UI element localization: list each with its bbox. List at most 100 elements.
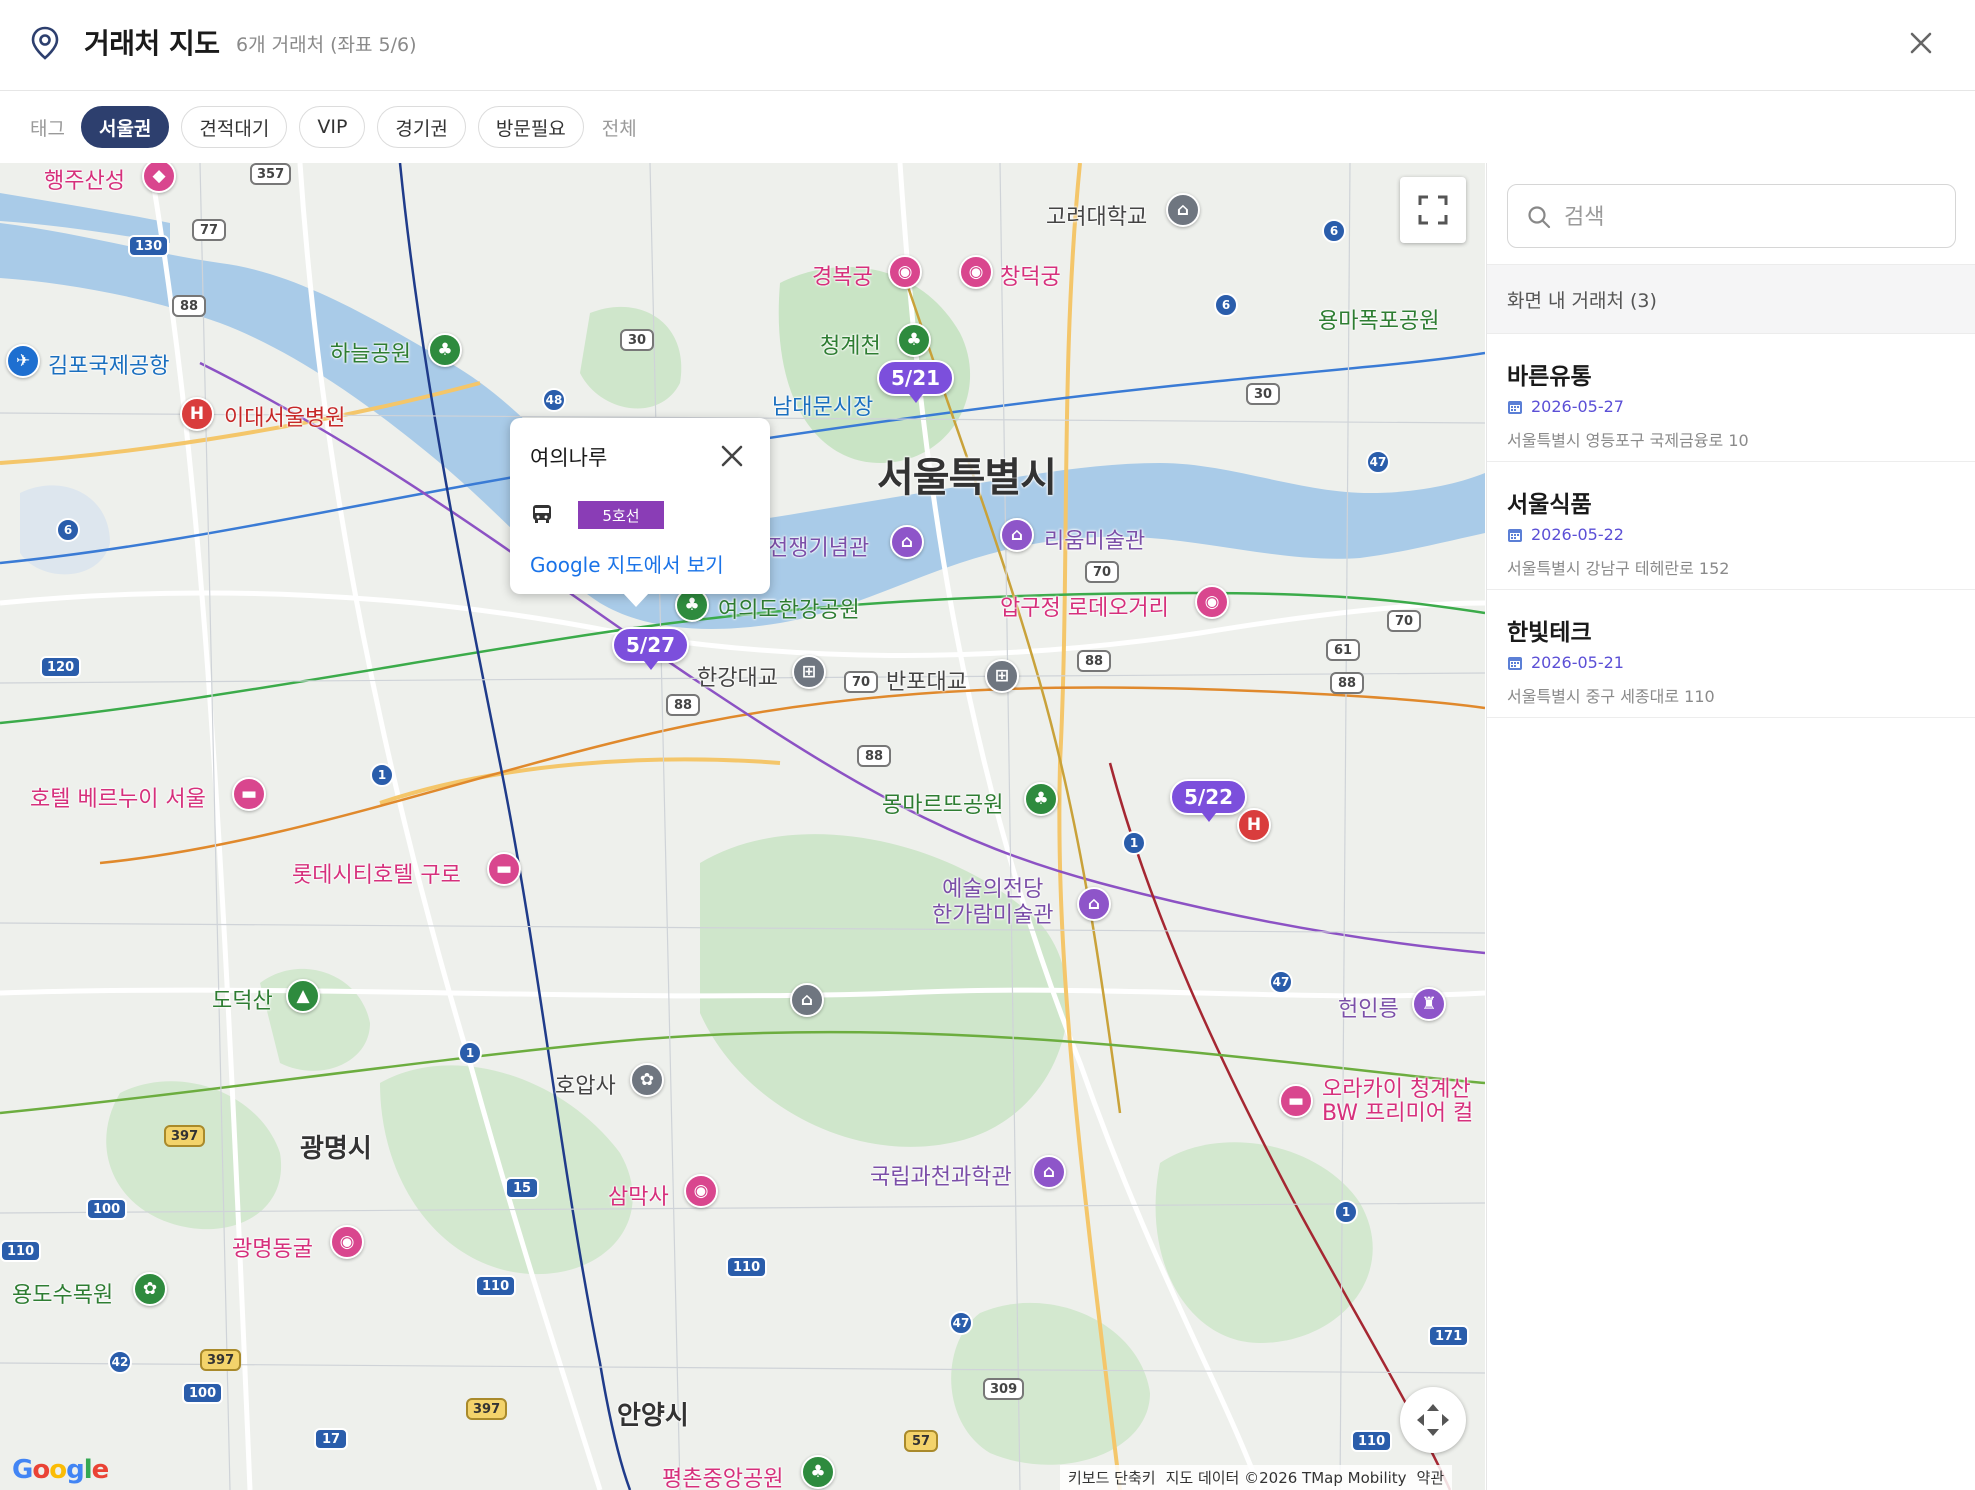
road-shield: 110 — [0, 1240, 42, 1262]
client-date: 2026-05-22 — [1531, 525, 1624, 544]
close-icon[interactable] — [1904, 26, 1938, 60]
client-marker[interactable]: 5/21 — [877, 360, 955, 403]
road-shield: 88 — [857, 745, 891, 767]
bus-icon — [533, 505, 551, 523]
map-label-sammaksa: 삼막사 — [608, 1185, 669, 1210]
fullscreen-button[interactable] — [1400, 177, 1466, 243]
client-name: 서울식품 — [1507, 492, 1592, 518]
road-shield: 70 — [1387, 610, 1421, 632]
info-window-title: 여의나루 — [530, 446, 608, 470]
client-date: 2026-05-27 — [1531, 397, 1624, 416]
attraction-icon[interactable]: ◉ — [959, 255, 993, 289]
fullscreen-icon — [1418, 195, 1448, 225]
map-label-pyeongchon: 평촌중앙공원 — [662, 1467, 784, 1490]
road-shield: 88 — [1077, 650, 1111, 672]
attraction-icon[interactable]: ◉ — [330, 1225, 364, 1259]
page-subtitle: 6개 거래처 (좌표 5/6) — [236, 34, 417, 56]
road-shield: 61 — [1326, 639, 1360, 661]
client-date-row: 2026-05-22 — [1507, 525, 1624, 544]
park-icon[interactable]: ♣ — [1024, 782, 1058, 816]
road-shield: 1 — [458, 1041, 482, 1065]
tag-chip-gyeonggi[interactable]: 경기권 — [377, 106, 466, 148]
road-shield: 47 — [1269, 970, 1293, 994]
airport-icon[interactable]: ✈ — [6, 344, 40, 378]
search-icon — [1528, 206, 1551, 229]
tag-chip-vip[interactable]: VIP — [299, 106, 366, 148]
subway-line-badge: 5호선 — [578, 501, 664, 529]
attraction-icon[interactable]: ◉ — [888, 255, 922, 289]
google-logo: Google — [12, 1455, 109, 1485]
hotel-icon[interactable]: ▬ — [232, 777, 266, 811]
close-icon[interactable] — [716, 440, 748, 472]
client-date-row: 2026-05-27 — [1507, 397, 1624, 416]
hospital-icon[interactable]: H — [180, 397, 214, 431]
client-marker[interactable]: 5/27 — [612, 627, 690, 670]
shopping-icon[interactable]: ◉ — [1195, 585, 1229, 619]
map-label-gimpo-airport: 김포국제공항 — [48, 354, 170, 379]
museum-icon[interactable]: ⌂ — [1032, 1155, 1066, 1189]
road-shield: 6 — [1214, 293, 1238, 317]
road-shield: 30 — [1246, 383, 1280, 405]
road-shield: 15 — [505, 1177, 539, 1199]
tag-chip-seoul[interactable]: 서울권 — [80, 106, 170, 148]
park-icon[interactable]: ♣ — [428, 333, 462, 367]
search-input[interactable] — [1564, 195, 1944, 239]
client-list-item[interactable]: 바른유통 2026-05-27 서울특별시 영등포구 국제금융로 10 — [1487, 335, 1975, 462]
map-label-korea-univ: 고려대학교 — [1046, 205, 1148, 230]
mountain-icon[interactable]: ▲ — [286, 979, 320, 1013]
client-list-item[interactable]: 서울식품 2026-05-22 서울특별시 강남구 테헤란로 152 — [1487, 463, 1975, 590]
park-icon[interactable]: ♣ — [801, 1455, 835, 1489]
garden-icon[interactable]: ✿ — [133, 1272, 167, 1306]
calendar-icon — [1508, 400, 1522, 414]
client-name: 한빛테크 — [1507, 620, 1592, 646]
map-label-okura: 오라카이 청계산 BW 프리미어 컬 — [1322, 1077, 1474, 1126]
map-label-ewha-hospital: 이대서울병원 — [224, 406, 346, 431]
calendar-icon — [1508, 528, 1522, 542]
search-box[interactable] — [1507, 184, 1956, 248]
museum-icon[interactable]: ⌂ — [1077, 887, 1111, 921]
client-address: 서울특별시 중구 세종대로 110 — [1507, 687, 1715, 706]
road-shield: 47 — [949, 1311, 973, 1335]
map-label-war-memorial: 전쟁기념관 — [768, 536, 870, 561]
road-shield: 357 — [250, 163, 292, 185]
visible-count: 화면 내 거래처 (3) — [1487, 264, 1975, 334]
page-title: 거래처 지도 — [84, 27, 220, 60]
map-label-science-museum: 국립과천과학관 — [870, 1165, 1012, 1190]
monument-icon[interactable]: ♜ — [1412, 987, 1446, 1021]
museum-icon[interactable]: ⌂ — [890, 525, 924, 559]
temple-icon[interactable]: ✿ — [630, 1063, 664, 1097]
map-label-mongmaru: 몽마르뜨공원 — [882, 793, 1004, 818]
hospital-icon[interactable]: H — [1237, 808, 1271, 842]
road-shield: 6 — [1322, 219, 1346, 243]
temple-icon[interactable]: ◉ — [684, 1174, 718, 1208]
tag-chip-quote-pending[interactable]: 견적대기 — [181, 106, 288, 148]
keyboard-shortcuts-link[interactable]: 키보드 단축키 — [1068, 1467, 1156, 1488]
hotel-icon[interactable]: ▬ — [487, 852, 521, 886]
map-canvas[interactable]: 서울특별시 광명시 안양시 ✈ 김포국제공항 H 이대서울병원 하늘공원 ♣ 행… — [0, 163, 1485, 1490]
terms-link[interactable]: 약관 — [1417, 1467, 1445, 1488]
road-shield: 397 — [164, 1125, 206, 1147]
road-shield: 397 — [466, 1398, 508, 1420]
road-shield: 77 — [192, 219, 226, 241]
tag-chip-visit-needed[interactable]: 방문필요 — [477, 106, 584, 148]
hotel-icon[interactable]: ▬ — [1279, 1084, 1313, 1118]
pan-arrows-icon — [1417, 1404, 1449, 1436]
park-icon[interactable]: ♣ — [897, 323, 931, 357]
tag-chip-all[interactable]: 전체 — [596, 106, 643, 148]
map-pan-control[interactable] — [1400, 1387, 1466, 1453]
road-shield: 120 — [40, 656, 82, 678]
road-shield: 100 — [182, 1382, 224, 1404]
tag-filter-bar: 태그 서울권 견적대기 VIP 경기권 방문필요 전체 — [0, 92, 1975, 162]
header: 거래처 지도 6개 거래처 (좌표 5/6) — [0, 0, 1975, 91]
map-label-yeouido-park: 여의도한강공원 — [718, 598, 860, 623]
client-marker[interactable]: 5/22 — [1170, 779, 1248, 822]
client-list-item[interactable]: 한빛테크 2026-05-21 서울특별시 중구 세종대로 110 — [1487, 591, 1975, 718]
map-label-hoamsa: 호압사 — [555, 1074, 616, 1099]
museum-icon[interactable]: ⌂ — [1000, 518, 1034, 552]
school-icon[interactable]: ⌂ — [1166, 193, 1200, 227]
school-icon[interactable]: ⌂ — [790, 983, 824, 1017]
bridge-icon[interactable]: ⊞ — [985, 659, 1019, 693]
google-maps-link[interactable]: Google 지도에서 보기 — [530, 549, 724, 578]
bridge-icon[interactable]: ⊞ — [792, 655, 826, 689]
map-label-banpo-bridge: 반포대교 — [886, 670, 967, 695]
